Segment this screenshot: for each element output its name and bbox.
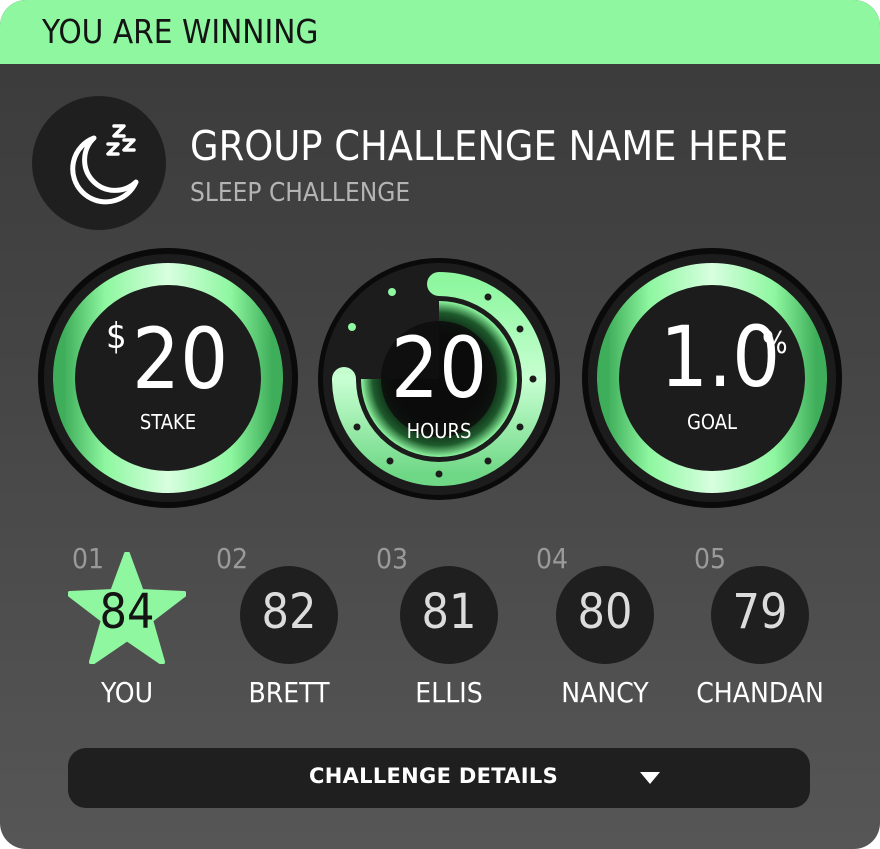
goal-label: GOAL [686, 410, 738, 434]
score-you: 84 [99, 584, 155, 640]
player-name: BRETT [248, 676, 330, 709]
player-name: CHANDAN [696, 676, 824, 709]
rank-number: 02 [216, 542, 249, 575]
hours-value: 20 [390, 319, 488, 417]
goal-unit: % [762, 326, 788, 361]
rank-number: 03 [376, 542, 409, 575]
status-banner: YOU ARE WINNING [0, 0, 880, 64]
banner-text: YOU ARE WINNING [42, 12, 319, 51]
challenge-avatar [32, 96, 166, 230]
score-value: 79 [732, 584, 788, 640]
score-value: 81 [421, 584, 477, 640]
moon-zzz-icon [70, 124, 139, 205]
challenge-details-button[interactable]: CHALLENGE DETAILS [68, 748, 810, 808]
player-name: ELLIS [415, 676, 483, 709]
score-value: 82 [261, 584, 317, 640]
hours-label: HOURS [406, 419, 472, 443]
stake-label: STAKE [139, 410, 197, 434]
stake-value: 20 [132, 310, 229, 408]
player-name: YOU [100, 676, 154, 709]
hours-stat: 20 HOURS [317, 257, 561, 501]
score-value: 80 [577, 584, 633, 640]
challenge-card: YOU ARE WINNING GROUP CHALLENGE NAME HER… [0, 0, 880, 849]
stake-currency: $ [106, 316, 127, 357]
goal-stat: 1.0 % GOAL [580, 246, 844, 510]
challenge-details-label: CHALLENGE DETAILS [309, 764, 558, 788]
player-name: NANCY [561, 676, 649, 709]
rank-number: 05 [694, 542, 727, 575]
caret-down-icon [640, 772, 660, 784]
rank-number: 04 [536, 542, 569, 575]
challenge-title: GROUP CHALLENGE NAME HERE [190, 122, 789, 170]
challenge-type: SLEEP CHALLENGE [190, 178, 411, 208]
stake-stat: $ 20 STAKE [36, 246, 300, 510]
